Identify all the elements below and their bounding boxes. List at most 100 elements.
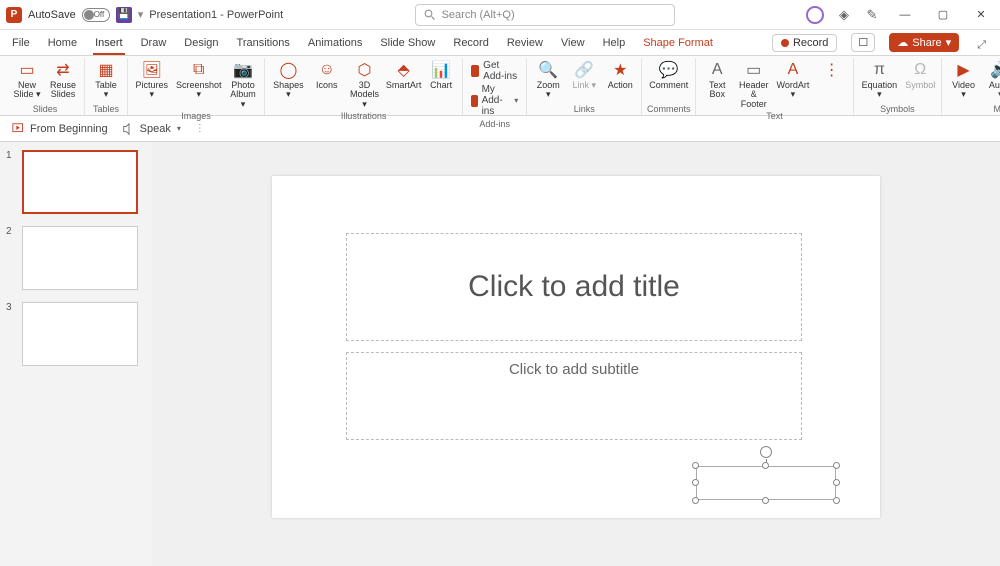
new-slide-button[interactable]: ▭New Slide ▾ xyxy=(10,58,44,102)
reuse-slides-button[interactable]: ⇄Reuse Slides xyxy=(46,58,80,102)
shapes-button[interactable]: ◯Shapes ▾ xyxy=(269,58,308,102)
resize-handle[interactable] xyxy=(692,462,699,469)
slide-number: 1 xyxy=(6,150,16,214)
title-bar: P AutoSave Off 💾 ▾ Presentation1 - Power… xyxy=(0,0,1000,30)
resize-handle[interactable] xyxy=(833,479,840,486)
tab-insert[interactable]: Insert xyxy=(93,33,125,55)
tab-home[interactable]: Home xyxy=(46,33,79,55)
tab-record[interactable]: Record xyxy=(451,33,490,55)
subtitle-placeholder[interactable]: Click to add subtitle xyxy=(346,352,802,440)
slide[interactable]: Click to add title Click to add subtitle xyxy=(272,176,880,518)
speak-button[interactable]: Speak ▾ xyxy=(122,122,181,136)
play-from-start-icon xyxy=(12,122,26,136)
wordart-icon: A xyxy=(783,60,803,80)
tab-view[interactable]: View xyxy=(559,33,587,55)
shapes-icon: ◯ xyxy=(278,60,298,80)
diamond-icon[interactable]: ◈ xyxy=(836,7,852,23)
group-label: Text xyxy=(766,111,783,122)
screenshot-button[interactable]: ⧉Screenshot ▾ xyxy=(174,58,225,102)
from-beginning-button[interactable]: From Beginning xyxy=(12,122,108,136)
rotation-handle-icon[interactable] xyxy=(760,446,772,458)
minimize-button[interactable]: — xyxy=(892,5,918,25)
autosave-toggle[interactable]: Off xyxy=(82,8,110,22)
slide-thumbnail[interactable]: 1 xyxy=(6,150,146,214)
resize-handle[interactable] xyxy=(762,462,769,469)
resize-handle[interactable] xyxy=(833,497,840,504)
video-button[interactable]: ▶Video ▾ xyxy=(946,58,981,102)
pictures-button[interactable]: 🖼Pictures ▾ xyxy=(132,58,172,102)
tab-file[interactable]: File xyxy=(10,33,32,55)
action-button[interactable]: ★Action xyxy=(603,58,637,92)
text-extras-button[interactable]: ⋮ xyxy=(815,58,849,82)
my-addins-icon xyxy=(471,95,477,107)
slide-thumbnail[interactable]: 2 xyxy=(6,226,146,290)
ribbon-group-comments: 💬Comment Comments xyxy=(642,58,696,115)
photo-album-button[interactable]: 📷Photo Album ▾ xyxy=(226,58,260,111)
text-box-button[interactable]: AText Box xyxy=(700,58,734,102)
title-placeholder[interactable]: Click to add title xyxy=(346,233,802,341)
search-icon xyxy=(424,9,436,21)
tab-animations[interactable]: Animations xyxy=(306,33,364,55)
ribbon-group-slides: ▭New Slide ▾⇄Reuse Slides Slides xyxy=(6,58,85,115)
resize-handle[interactable] xyxy=(692,479,699,486)
selected-text-box[interactable] xyxy=(696,466,836,500)
group-label: Links xyxy=(574,104,595,115)
tab-shape-format[interactable]: Shape Format xyxy=(641,33,715,55)
get-addins-button[interactable]: Get Add-ins xyxy=(471,60,518,82)
tab-review[interactable]: Review xyxy=(505,33,545,55)
save-icon[interactable]: 💾 xyxy=(116,7,132,23)
search-input[interactable]: Search (Alt+Q) xyxy=(415,4,675,26)
audio-button[interactable]: 🔊Audio ▾ xyxy=(983,58,1000,102)
chart-button[interactable]: 📊Chart xyxy=(424,58,458,92)
share-button[interactable]: ☁ Share ▾ xyxy=(889,33,959,52)
resize-handle[interactable] xyxy=(762,497,769,504)
group-label: Slides xyxy=(33,104,58,115)
header-footer-button[interactable]: ▭Header & Footer xyxy=(736,58,771,111)
tab-draw[interactable]: Draw xyxy=(139,33,169,55)
wordart-button[interactable]: AWordArt ▾ xyxy=(773,58,812,102)
tab-help[interactable]: Help xyxy=(601,33,628,55)
action-icon: ★ xyxy=(610,60,630,80)
tab-design[interactable]: Design xyxy=(182,33,220,55)
ribbon-group-text: AText Box▭Header & FooterAWordArt ▾⋮Text xyxy=(696,58,853,115)
smartart-button[interactable]: ⬘SmartArt xyxy=(385,58,422,92)
tab-transitions[interactable]: Transitions xyxy=(235,33,292,55)
header-footer-icon: ▭ xyxy=(744,60,764,80)
link-button[interactable]: 🔗Link ▾ xyxy=(567,58,601,92)
avatar[interactable] xyxy=(806,6,824,24)
slide-thumbnails-panel[interactable]: 1 2 3 xyxy=(0,142,152,566)
resize-handle[interactable] xyxy=(833,462,840,469)
my-addins-button[interactable]: My Add-ins▾ xyxy=(471,84,518,117)
thumbnail-preview[interactable] xyxy=(22,302,138,366)
ribbon-group-add-ins: Get Add-insMy Add-ins▾Add-ins xyxy=(463,58,527,115)
zoom-button[interactable]: 🔍Zoom ▾ xyxy=(531,58,565,102)
close-button[interactable]: ✕ xyxy=(968,5,994,25)
ribbon-display-options[interactable]: ⤢ xyxy=(973,39,990,52)
ribbon-group-illustrations: ◯Shapes ▾☺Icons⬡3D Models ▾⬘SmartArt📊Cha… xyxy=(265,58,463,115)
table-icon: ▦ xyxy=(96,60,116,80)
thumbnail-preview[interactable] xyxy=(22,226,138,290)
comment-button[interactable]: 💬Comment xyxy=(646,58,691,92)
icons-button[interactable]: ☺Icons xyxy=(310,58,344,92)
record-dot-icon xyxy=(781,39,789,47)
3d-models-button[interactable]: ⬡3D Models ▾ xyxy=(346,58,383,111)
comments-toggle[interactable]: ☐ xyxy=(851,33,875,52)
pen-icon[interactable]: ✎ xyxy=(864,7,880,23)
vertical-scrollbar[interactable] xyxy=(986,142,1000,566)
group-label: Comments xyxy=(647,104,691,115)
maximize-button[interactable]: ▢ xyxy=(930,5,956,25)
powerpoint-icon: P xyxy=(6,7,22,23)
table-button[interactable]: ▦Table ▾ xyxy=(89,58,123,102)
tab-slideshow[interactable]: Slide Show xyxy=(378,33,437,55)
group-label: Media xyxy=(993,104,1000,115)
ribbon-group-tables: ▦Table ▾Tables xyxy=(85,58,128,115)
record-button[interactable]: Record xyxy=(772,34,837,52)
slide-canvas-area[interactable]: Click to add title Click to add subtitle xyxy=(152,142,1000,566)
video-icon: ▶ xyxy=(954,60,974,80)
thumbnail-preview[interactable] xyxy=(22,150,138,214)
resize-handle[interactable] xyxy=(692,497,699,504)
symbol-button[interactable]: ΩSymbol xyxy=(903,58,937,92)
equation-button[interactable]: πEquation ▾ xyxy=(858,58,902,102)
slide-thumbnail[interactable]: 3 xyxy=(6,302,146,366)
ribbon-tabs: File Home Insert Draw Design Transitions… xyxy=(0,30,1000,56)
